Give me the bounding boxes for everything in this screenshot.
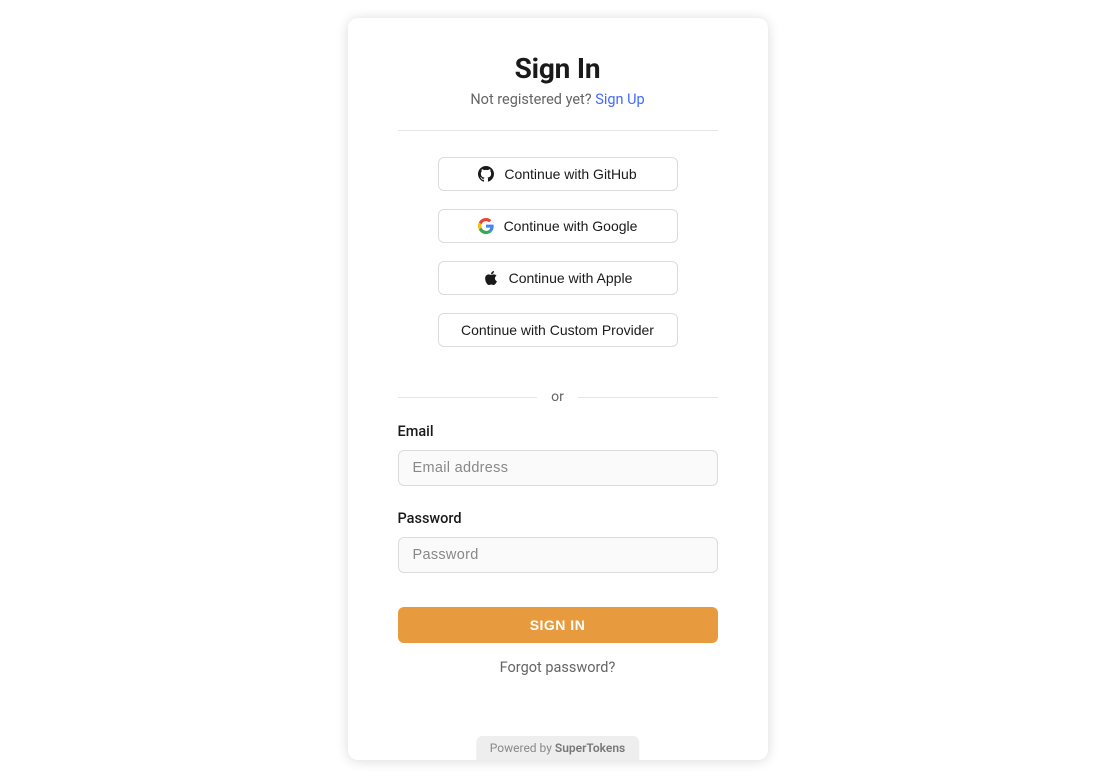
custom-button-label: Continue with Custom Provider (461, 322, 654, 338)
forgot-password-link[interactable]: Forgot password? (500, 659, 616, 676)
continue-google-button[interactable]: Continue with Google (438, 209, 678, 243)
apple-button-label: Continue with Apple (509, 270, 633, 286)
subtitle-prefix: Not registered yet? (470, 91, 595, 108)
email-label: Email (398, 423, 718, 440)
or-divider: or (398, 389, 718, 405)
divider-line (398, 130, 718, 131)
divider-text: or (537, 389, 578, 405)
powered-badge: Powered by SuperTokens (476, 736, 639, 760)
password-label: Password (398, 510, 718, 527)
github-icon (478, 166, 494, 182)
email-field-group: Email (398, 423, 718, 486)
google-icon (478, 218, 494, 234)
signin-card: Sign In Not registered yet? Sign Up Cont… (348, 18, 768, 760)
powered-brand: SuperTokens (555, 741, 625, 755)
email-input[interactable] (398, 450, 718, 486)
github-button-label: Continue with GitHub (504, 166, 636, 182)
apple-icon (483, 270, 499, 286)
divider-line-right (578, 397, 718, 398)
continue-github-button[interactable]: Continue with GitHub (438, 157, 678, 191)
divider-line-left (398, 397, 538, 398)
signup-link[interactable]: Sign Up (595, 91, 644, 108)
google-button-label: Continue with Google (504, 218, 638, 234)
password-field-group: Password (398, 510, 718, 573)
continue-apple-button[interactable]: Continue with Apple (438, 261, 678, 295)
page-title: Sign In (515, 52, 601, 85)
powered-prefix: Powered by (490, 741, 555, 755)
continue-custom-button[interactable]: Continue with Custom Provider (438, 313, 678, 347)
signin-button[interactable]: SIGN IN (398, 607, 718, 643)
subtitle: Not registered yet? Sign Up (470, 91, 644, 108)
password-input[interactable] (398, 537, 718, 573)
